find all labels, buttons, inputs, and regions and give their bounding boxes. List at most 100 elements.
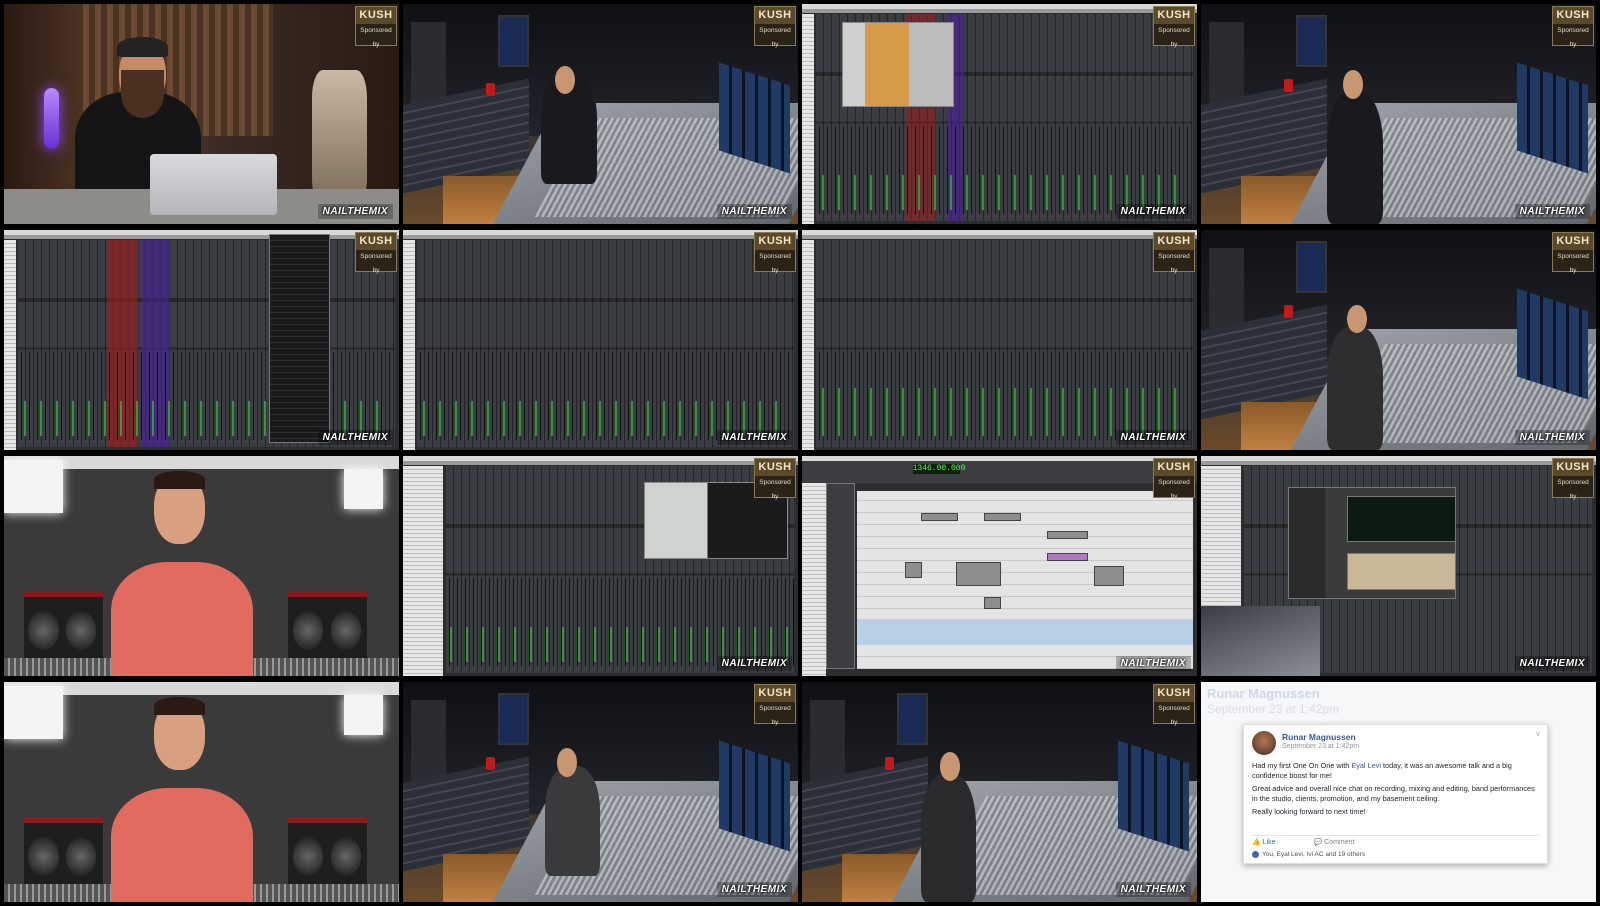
watermark: NAILTHEMIX	[1514, 430, 1590, 445]
tile-host-intro: KUSH Sponsored by NAILTHEMIX	[4, 4, 399, 224]
audio-clip[interactable]	[983, 513, 1022, 522]
studio-speaker-right	[288, 816, 368, 889]
sponsor-badge: KUSH Sponsored by	[1153, 684, 1195, 726]
sponsor-badge: KUSH Sponsored by	[1153, 458, 1195, 500]
tile-daw-eq-plugin: KUSH Sponsored by NAILTHEMIX	[403, 456, 798, 676]
sponsor-badge: KUSH Sponsored by	[1153, 232, 1195, 274]
studio-speaker-right	[288, 590, 368, 663]
softbox-left	[4, 686, 64, 740]
tile-daw-plugin: KUSH Sponsored by NAILTHEMIX	[802, 4, 1197, 224]
avatar[interactable]	[1252, 731, 1276, 755]
audio-clip[interactable]	[983, 596, 1002, 609]
purple-lamp	[43, 87, 60, 150]
watermark: NAILTHEMIX	[716, 882, 792, 897]
plugin-window[interactable]	[841, 21, 955, 108]
tile-daw-edit-window: 1346.00.000 KUSH Sponsored by NAILTHEMIX	[802, 456, 1197, 676]
laptop	[150, 153, 277, 216]
poster	[896, 693, 929, 746]
engineer-head	[940, 752, 960, 781]
watermark: NAILTHEMIX	[1115, 656, 1191, 671]
selection-range	[857, 618, 1194, 646]
watermark: NAILTHEMIX	[1115, 204, 1191, 219]
track-headers	[825, 483, 856, 670]
track-list	[403, 240, 415, 450]
tile-studio-working: KUSH Sponsored by NAILTHEMIX	[403, 682, 798, 902]
post-body: Had my first One On One with Eyal Levi t…	[1252, 761, 1539, 820]
chevron-down-icon[interactable]: ∨	[1535, 729, 1541, 738]
audio-clip[interactable]	[956, 561, 1002, 586]
poster	[1295, 15, 1328, 68]
tile-daw-insert-menu: KUSH Sponsored by NAILTHEMIX	[4, 230, 399, 450]
studio-speaker-left	[23, 590, 103, 663]
host-cap	[116, 37, 168, 57]
poster	[1295, 241, 1328, 294]
background-post-date: September 23 at 1:42pm	[1207, 702, 1340, 716]
title-bar	[403, 461, 798, 465]
reactions-text: You, Eyal Levi, Ivi AC and 19 others	[1262, 851, 1366, 859]
engineer-head	[1347, 304, 1367, 334]
engineer-head	[555, 65, 575, 95]
presenter-shirt	[110, 787, 253, 902]
sponsor-badge: KUSH Sponsored by	[754, 458, 796, 500]
sponsor-badge: KUSH Sponsored by	[1153, 6, 1195, 48]
audio-clip[interactable]	[1046, 530, 1089, 539]
background-author-name: Runar Magnussen	[1207, 686, 1320, 701]
comment-label: Comment	[1324, 839, 1355, 846]
audio-clip[interactable]	[920, 513, 959, 522]
post-author[interactable]: Runar Magnussen	[1282, 732, 1356, 742]
tile-daw-mixer-2: KUSH Sponsored by NAILTHEMIX	[802, 230, 1197, 450]
sponsor-badge: KUSH Sponsored by	[754, 684, 796, 726]
audio-clip[interactable]	[1094, 566, 1124, 586]
like-label: Like	[1262, 839, 1276, 846]
post-date[interactable]: September 23 at 1:42pm	[1282, 743, 1359, 750]
tagged-user-link[interactable]: Eyal Levi	[1351, 761, 1381, 770]
plugin-controls[interactable]	[1347, 552, 1456, 590]
sponsor-badge: KUSH Sponsored by	[1552, 232, 1594, 274]
tile-presenter-1	[4, 456, 399, 676]
red-cup	[1283, 78, 1293, 92]
track-list	[802, 240, 814, 450]
sponsor-badge: KUSH Sponsored by	[754, 232, 796, 274]
title-bar	[802, 235, 1197, 239]
title-bar	[4, 235, 399, 239]
track-list	[403, 466, 443, 676]
audio-clip[interactable]	[1046, 552, 1089, 561]
like-button[interactable]: 👍 Like	[1252, 839, 1294, 846]
engineer-head	[1343, 70, 1363, 99]
sponsor-badge: KUSH Sponsored by	[1552, 6, 1594, 48]
comment-button[interactable]: 💬 Comment	[1313, 839, 1372, 846]
sponsor-badge: KUSH Sponsored by	[1552, 458, 1594, 500]
reactions-summary[interactable]: You, Eyal Levi, Ivi AC and 19 others	[1252, 851, 1365, 858]
studio-speaker-left	[23, 816, 103, 889]
watermark: NAILTHEMIX	[1115, 430, 1191, 445]
clip-list	[802, 483, 826, 676]
host-beard	[120, 70, 164, 119]
tile-facebook-testimonial: Runar Magnussen September 23 at 1:42pm R…	[1201, 682, 1596, 902]
presenter-shirt	[110, 561, 253, 676]
transport-bar	[802, 461, 1197, 483]
facebook-post-card: Runar Magnussen September 23 at 1:42pm ∨…	[1243, 724, 1548, 864]
watermark: NAILTHEMIX	[1115, 882, 1191, 897]
sponsor-badge: KUSH Sponsored by	[355, 6, 397, 48]
thumbnail-grid: KUSH Sponsored by NAILTHEMIX KUSH Sponsore…	[4, 4, 1596, 902]
tile-presenter-2	[4, 682, 399, 902]
watermark: NAILTHEMIX	[716, 204, 792, 219]
poster	[497, 693, 530, 746]
track-list	[802, 14, 814, 224]
picture-in-picture-studio	[1201, 605, 1320, 676]
engineer	[1327, 92, 1383, 224]
post-actions: 👍 Like 💬 Comment	[1252, 835, 1539, 846]
tile-daw-mixer-1: KUSH Sponsored by NAILTHEMIX	[403, 230, 798, 450]
post-paragraph: Really looking forward to next time!	[1252, 807, 1366, 816]
title-bar	[403, 235, 798, 239]
red-cup	[884, 756, 894, 770]
red-cup	[485, 756, 495, 770]
softbox-left	[4, 460, 64, 514]
tile-studio-talking: KUSH Sponsored by NAILTHEMIX	[802, 682, 1197, 902]
plugin-dropdown-menu[interactable]	[268, 234, 330, 444]
engineer	[545, 765, 601, 876]
red-cup	[1283, 304, 1293, 318]
sponsor-badge: KUSH Sponsored by	[754, 6, 796, 48]
audio-clip[interactable]	[904, 561, 923, 578]
presenter-hair	[154, 471, 206, 489]
